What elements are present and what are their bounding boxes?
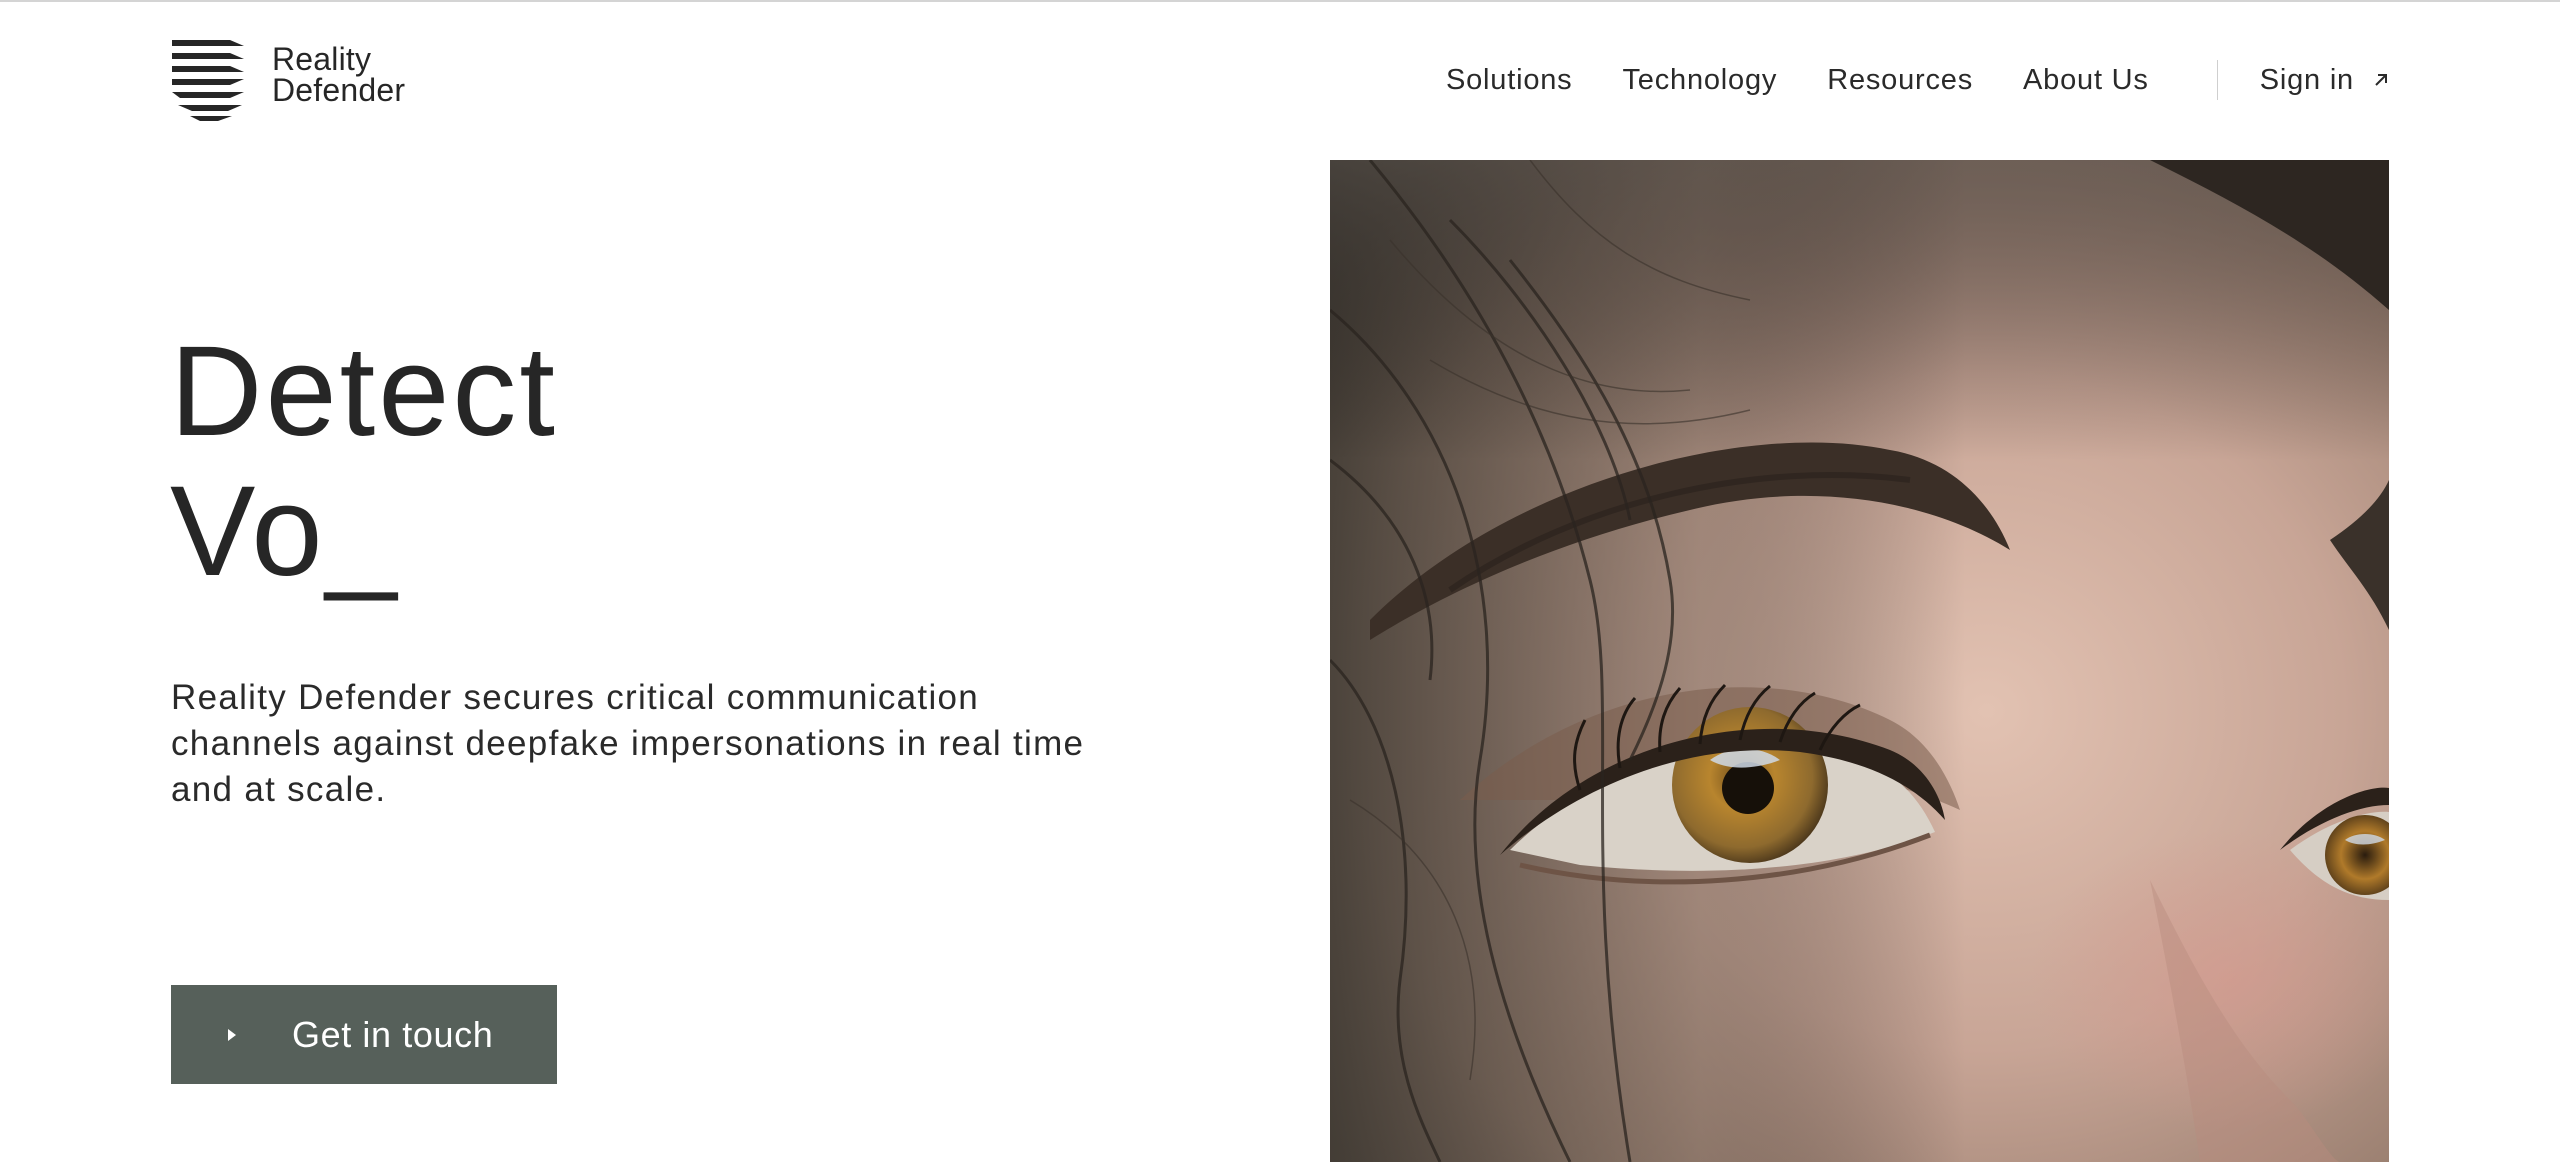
brand-name-line2: Defender bbox=[272, 72, 406, 108]
hero-eye-image bbox=[1330, 160, 2389, 1162]
hero-title-line1: Detect bbox=[170, 320, 558, 463]
nav-item-resources[interactable]: Resources bbox=[1827, 64, 1973, 97]
play-triangle-icon bbox=[228, 1028, 236, 1041]
nav-item-about-us[interactable]: About Us bbox=[2023, 64, 2149, 97]
arrow-up-right-icon bbox=[2375, 74, 2387, 86]
hero-title: Detect Vo_ bbox=[170, 322, 558, 602]
nav-divider bbox=[2216, 60, 2218, 100]
sign-in-link[interactable]: Sign in bbox=[2260, 64, 2390, 97]
main-nav: Solutions Technology Resources About Us … bbox=[1446, 58, 2390, 102]
sign-in-label: Sign in bbox=[2259, 63, 2354, 96]
get-in-touch-label: Get in touch bbox=[292, 1013, 494, 1055]
top-border bbox=[0, 0, 2560, 2]
brand-name-line1: Reality bbox=[272, 41, 372, 77]
nav-item-solutions[interactable]: Solutions bbox=[1446, 64, 1573, 97]
brand-wordmark: Reality Defender bbox=[272, 41, 406, 108]
eye-closeup-illustration bbox=[1330, 160, 2389, 1162]
hero-title-line2: Vo_ bbox=[170, 460, 400, 603]
get-in-touch-button[interactable]: Get in touch bbox=[171, 985, 557, 1084]
reality-defender-logo-icon bbox=[172, 40, 244, 121]
nav-item-technology[interactable]: Technology bbox=[1622, 64, 1777, 97]
brand-logo-link[interactable]: Reality Defender bbox=[170, 38, 405, 122]
hero-description: Reality Defender secures critical commun… bbox=[171, 678, 1085, 809]
